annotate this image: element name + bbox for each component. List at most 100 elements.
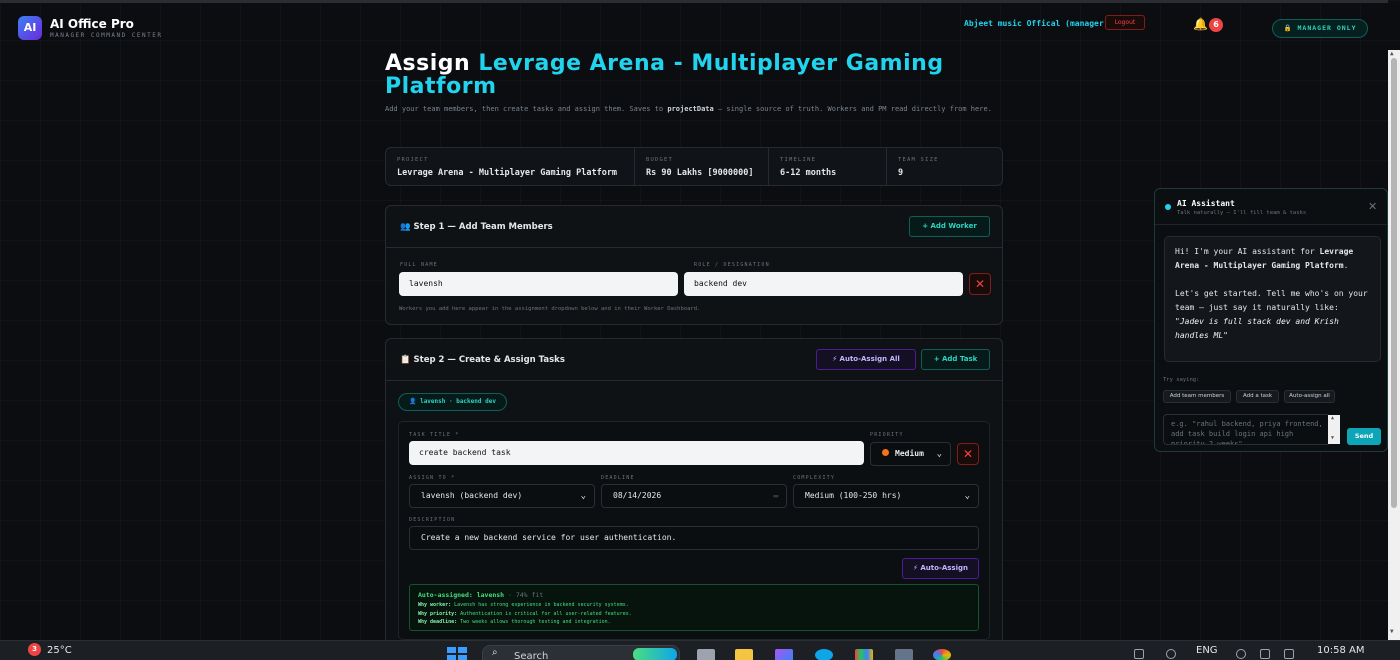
assign-to-select[interactable]: lavensh (backend dev) ⌄ <box>409 484 595 508</box>
language-indicator[interactable]: ENG <box>1196 645 1218 656</box>
calendar-icon[interactable]: ▭ <box>774 485 778 507</box>
description-input[interactable]: Create a new backend service for user au… <box>409 526 979 550</box>
app-title: AI Office Pro <box>50 17 134 31</box>
ai-assistant-panel: AI Assistant Talk naturally — I'll fill … <box>1154 188 1388 452</box>
deadline-input[interactable]: 08/14/2026 ▭ <box>601 484 787 508</box>
weather-temperature[interactable]: 25°C <box>47 645 72 656</box>
page-scrollbar-thumb[interactable] <box>1391 58 1397 508</box>
why-priority-text: Authentication is critical for all user-… <box>457 610 632 617</box>
chevron-down-icon: ⌄ <box>964 491 970 501</box>
info-value: Levrage Arena - Multiplayer Gaming Platf… <box>397 168 618 178</box>
taskbar-search-label: Search <box>514 651 549 660</box>
ai-header-divider <box>1155 224 1387 225</box>
wifi-icon[interactable] <box>1134 649 1144 659</box>
info-label: TIMELINE <box>780 157 817 163</box>
scroll-down-arrow-icon[interactable]: ▼ <box>1331 435 1334 441</box>
ai-message: Hi! I'm your AI assistant for Levrage Ar… <box>1164 236 1381 362</box>
priority-dot-icon <box>882 449 889 456</box>
edge-browser-icon[interactable] <box>815 649 833 660</box>
add-task-button[interactable]: + Add Task <box>921 349 990 370</box>
task-view-icon[interactable] <box>697 649 715 660</box>
chevron-down-icon: ⌄ <box>936 449 942 459</box>
scroll-up-arrow-icon[interactable]: ▲ <box>1390 50 1394 57</box>
auto-assign-button[interactable]: ⚡ Auto-Assign <box>902 558 979 579</box>
info-team-size: TEAM SIZE 9 <box>887 148 1002 185</box>
volume-icon[interactable] <box>1260 649 1270 659</box>
task-title-input[interactable]: create backend task <box>409 441 864 465</box>
full-name-label: FULL NAME <box>400 262 438 268</box>
priority-select[interactable]: Medium ⌄ <box>870 442 951 466</box>
suggestion-add-task[interactable]: Add a task <box>1236 390 1279 403</box>
copilot-icon[interactable] <box>775 649 793 660</box>
why-worker-text: Lavensh has strong experience in backend… <box>451 602 629 608</box>
step2-header: 📋 Step 2 — Create & Assign Tasks ⚡ Auto-… <box>386 339 1002 381</box>
chevron-down-icon: ⌄ <box>580 491 586 501</box>
page-description: Add your team members, then create tasks… <box>385 103 995 115</box>
auto-assign-result: Auto-assigned: lavensh · 74% fit Why wor… <box>409 584 979 631</box>
add-worker-button[interactable]: + Add Worker <box>909 216 990 237</box>
ai-subtitle: Talk naturally — I'll fill team & tasks <box>1177 210 1307 216</box>
suggestion-auto-assign-all[interactable]: Auto-assign all <box>1284 390 1335 403</box>
remove-worker-button[interactable]: ✕ <box>969 273 991 295</box>
info-budget: BUDGET Rs 90 Lakhs [9000000] <box>635 148 769 185</box>
why-priority-label: Why priority: <box>418 610 458 617</box>
try-saying-label: Try saying: <box>1163 377 1200 383</box>
os-taskbar: 3 25°C ⌕ Search ENG 10:58 AM <box>0 640 1400 660</box>
page-title-prefix: Assign <box>385 51 471 76</box>
why-worker: Why worker: Lavensh has strong experienc… <box>418 601 970 610</box>
why-worker-label: Why worker: <box>418 602 452 608</box>
network-icon[interactable] <box>1236 649 1246 659</box>
deadline-value: 08/14/2026 <box>613 491 662 500</box>
worker-role-input[interactable]: backend dev <box>684 272 963 296</box>
ai-greeting-end: . <box>1343 261 1349 270</box>
auto-assign-all-button[interactable]: ⚡ Auto-Assign All <box>816 349 916 370</box>
auto-assign-headline: Auto-assigned: lavensh · 74% fit <box>418 590 970 601</box>
auto-assign-fit: · 74% fit <box>504 591 544 599</box>
step1-title: 👥 Step 1 — Add Team Members <box>400 222 553 232</box>
team-member-chip: 👤 lavensh · backend dev <box>398 393 507 411</box>
task-title-label: TASK TITLE * <box>409 432 460 438</box>
logout-button[interactable]: Logout <box>1105 15 1145 30</box>
chrome-browser-icon[interactable] <box>933 649 951 660</box>
status-dot-icon <box>1165 204 1171 210</box>
page-description-start: Add your team members, then create tasks… <box>385 105 668 113</box>
send-button[interactable]: Send <box>1347 428 1381 445</box>
ai-example: "Jadev is full stack dev and Krish handl… <box>1175 317 1339 340</box>
ai-chat-input[interactable]: e.g. "rahul backend, priya frontend, add… <box>1163 414 1331 445</box>
project-info-card: PROJECT Levrage Arena - Multiplayer Gami… <box>385 147 1003 186</box>
page-title: Assign Levrage Arena - Multiplayer Gamin… <box>385 52 1005 98</box>
remove-task-button[interactable]: ✕ <box>957 443 979 465</box>
current-user: Abjeet music Offical (manager) <box>964 19 1109 28</box>
refresh-icon[interactable] <box>1166 649 1176 659</box>
worker-name-input[interactable]: lavensh <box>399 272 678 296</box>
battery-icon[interactable] <box>1284 649 1294 659</box>
info-timeline: TIMELINE 6-12 months <box>769 148 887 185</box>
suggestion-add-team-members[interactable]: Add team members <box>1163 390 1231 403</box>
scroll-down-arrow-icon[interactable]: ▼ <box>1390 628 1394 635</box>
info-value: 9 <box>898 168 904 178</box>
info-label: PROJECT <box>397 157 429 163</box>
priority-label: PRIORITY <box>870 432 904 438</box>
weather-alert-badge: 3 <box>28 643 41 656</box>
assign-to-label: ASSIGN TO * <box>409 475 456 481</box>
windows-start-icon[interactable] <box>447 647 468 660</box>
complexity-select[interactable]: Medium (100-250 hrs) ⌄ <box>793 484 979 508</box>
taskbar-search[interactable]: ⌕ Search <box>482 645 680 660</box>
manager-only-badge: 🔒 MANAGER ONLY <box>1272 19 1368 38</box>
why-deadline-text: Two weeks allows thorough testing and in… <box>457 619 611 625</box>
store-icon[interactable] <box>855 649 873 660</box>
clock-time[interactable]: 10:58 AM <box>1317 645 1364 656</box>
scroll-up-arrow-icon[interactable]: ▲ <box>1331 415 1334 421</box>
ai-prompt: Let's get started. Tell me who's on your… <box>1175 289 1368 312</box>
info-project: PROJECT Levrage Arena - Multiplayer Gami… <box>386 148 635 185</box>
step1-card: 👥 Step 1 — Add Team Members + Add Worker… <box>385 205 1003 325</box>
page-description-key: projectData <box>667 105 714 113</box>
calculator-icon[interactable] <box>895 649 913 660</box>
description-label: DESCRIPTION <box>409 517 456 523</box>
search-icon: ⌕ <box>492 647 498 658</box>
ai-greeting-start: Hi! I'm your AI assistant for <box>1175 247 1320 256</box>
file-explorer-icon[interactable] <box>735 649 753 660</box>
bell-icon[interactable]: 🔔 <box>1193 17 1208 31</box>
close-icon[interactable]: ✕ <box>1368 200 1377 213</box>
info-value: 6-12 months <box>780 168 837 178</box>
